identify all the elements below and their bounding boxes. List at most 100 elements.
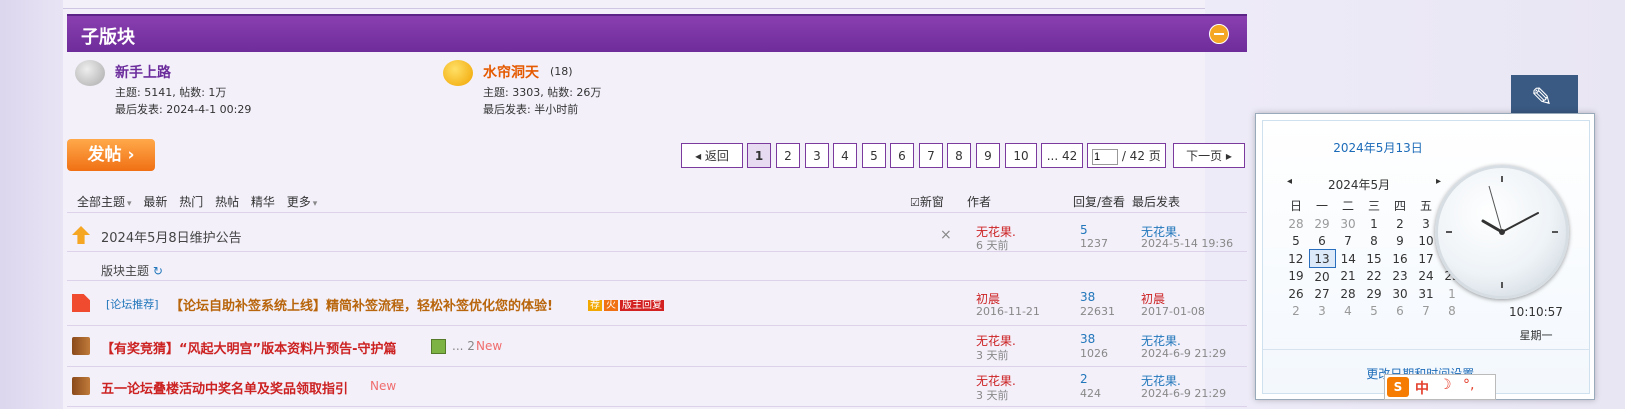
calendar-day[interactable]: 7 [1335,232,1361,250]
month-label[interactable]: 2024年5月 [1328,176,1390,193]
pager-page[interactable]: 2 [776,143,800,168]
next-page-button[interactable]: 下一页 ▸ [1173,143,1245,168]
calendar-day[interactable]: 22 [1361,268,1387,286]
new-window-label: 新窗 [919,195,944,209]
calendar-day[interactable]: 6 [1387,302,1413,319]
thread-replies: 2 [1080,372,1088,386]
pager-page[interactable]: 6 [890,143,914,168]
calendar-day[interactable]: 7 [1413,302,1439,319]
punctuation-icon[interactable]: °, [1463,377,1474,393]
calendar-day[interactable]: 17 [1413,250,1439,268]
pager-page-last[interactable]: ... 42 [1041,143,1083,168]
pager-page[interactable]: 7 [919,143,943,168]
last-post-time: 2024-5-14 19:36 [1141,237,1234,250]
calendar-day[interactable]: 26 [1283,285,1309,302]
board-name[interactable]: 水帘洞天 [483,62,539,82]
filter-digest[interactable]: 精华 [251,195,275,209]
moon-icon[interactable]: ☽ [1439,377,1452,393]
calendar-day[interactable]: 5 [1283,232,1309,250]
pager-page[interactable]: 10 [1005,143,1037,168]
pager-page[interactable]: 9 [976,143,1000,168]
filter-latest[interactable]: 最新 [143,195,167,209]
pager-page[interactable]: 4 [833,143,857,168]
calendar-day[interactable]: 15 [1361,250,1387,268]
page-input[interactable] [1092,148,1118,165]
calendar-day[interactable]: 9 [1387,232,1413,250]
calendar-day[interactable]: 27 [1309,285,1335,302]
weekday-header: 四 [1393,199,1406,213]
calendar-day[interactable]: 23 [1387,268,1413,286]
thread-tag[interactable]: [论坛推荐] [106,296,159,312]
calendar-day[interactable]: 8 [1439,302,1465,319]
thread-title[interactable]: 【有奖竞猜】“风起大明宫”版本资料片预告-守护篇 [101,338,396,357]
close-icon[interactable]: × [940,227,952,243]
filter-hot-posts[interactable]: 热帖 [215,195,239,209]
pager-page[interactable]: 1 [747,143,771,168]
last-post-time: 2024-6-9 21:29 [1141,347,1227,360]
refresh-icon[interactable]: ↻ [153,264,163,278]
checkbox-icon[interactable]: ☑ [910,196,920,209]
image-attachment-icon [431,339,446,354]
calendar-day[interactable]: 20 [1309,268,1335,286]
calendar-day[interactable]: 4 [1335,302,1361,319]
weekday-header: 五 [1419,199,1432,213]
calendar-day[interactable]: 14 [1335,250,1361,268]
divider [67,366,1247,367]
calendar-day[interactable]: 3 [1309,302,1335,319]
calendar-day-today[interactable]: 13 [1308,249,1336,268]
collapse-icon[interactable] [1209,24,1229,44]
pager-total: / 42 页 [1121,149,1161,163]
divider [63,8,1205,9]
prev-month-icon[interactable]: ◂ [1287,176,1292,187]
thread-views: 1237 [1080,237,1108,250]
clock-time: 10:10:57 [1509,305,1563,319]
book-icon [72,337,90,355]
new-window-toggle[interactable]: ☑新窗 [910,193,944,210]
pager-back-button[interactable]: ◂ 返回 [681,143,743,168]
thread-title[interactable]: 五一论坛叠楼活动中奖名单及奖品领取指引 [101,378,348,397]
ime-language[interactable]: 中 [1415,378,1429,398]
calendar-day[interactable]: 8 [1361,232,1387,250]
calendar-day[interactable]: 29 [1309,215,1335,232]
thread-pages[interactable]: ... 2 [452,339,475,353]
divider [67,325,1247,326]
weekday-header: 日 [1289,199,1302,213]
calendar-day[interactable]: 28 [1283,215,1309,232]
last-post-time: 2024-6-9 21:29 [1141,387,1227,400]
calendar-day[interactable]: 21 [1335,268,1361,286]
calendar-day[interactable]: 16 [1387,250,1413,268]
calendar-day[interactable]: 1 [1361,215,1387,232]
filter-all[interactable]: 全部主题 [77,195,125,209]
calendar-day[interactable]: 29 [1361,285,1387,302]
calendar-day[interactable]: 5 [1361,302,1387,319]
calendar-day[interactable]: 30 [1335,215,1361,232]
badge-recommend: 荐 [588,300,602,311]
thread-title[interactable]: 【论坛自助补签系统上线】精简补签流程，轻松补签优化您的体验! [170,295,553,314]
board-icon-yellow [443,60,473,86]
badge-hot: 火 [604,300,618,311]
calendar-day[interactable]: 6 [1309,232,1335,250]
section-label-text: 版块主题 [101,264,150,278]
ime-toolbar[interactable]: S 中 ☽ °, [1384,374,1496,400]
thread-views: 424 [1080,387,1101,400]
calendar-day[interactable]: 28 [1335,285,1361,302]
calendar-day[interactable]: 31 [1413,285,1439,302]
calendar-day[interactable]: 2 [1283,302,1309,319]
calendar-day[interactable]: 12 [1283,250,1309,268]
calendar-day[interactable]: 2 [1387,215,1413,232]
announcement-title[interactable]: 2024年5月8日维护公告 [101,227,242,246]
new-post-button[interactable]: 发帖 › [67,139,155,171]
date-header[interactable]: 2024年5月13日 [1263,139,1493,156]
col-author: 作者 [967,195,992,209]
divider [67,280,1247,281]
calendar-day[interactable]: 24 [1413,268,1439,286]
pager-page[interactable]: 8 [947,143,971,168]
pager-page[interactable]: 5 [862,143,886,168]
filter-more[interactable]: 更多 [287,195,311,209]
clock-weekday: 星期一 [1519,329,1553,342]
filter-hot[interactable]: 热门 [179,195,203,209]
calendar-day[interactable]: 19 [1283,268,1309,286]
calendar-day[interactable]: 30 [1387,285,1413,302]
board-name[interactable]: 新手上路 [115,62,171,82]
pager-page[interactable]: 3 [805,143,829,168]
